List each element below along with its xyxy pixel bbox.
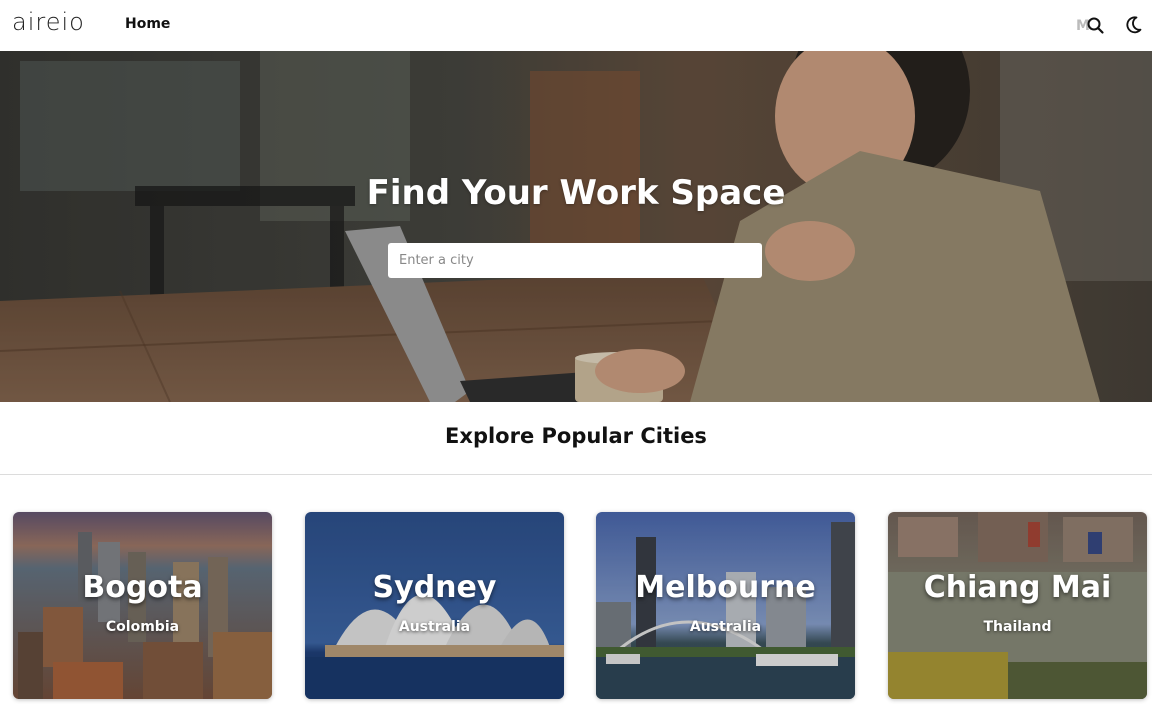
city-country: Australia (398, 619, 471, 635)
hero-title: Find Your Work Space (366, 173, 786, 213)
city-name: Sydney (372, 570, 497, 605)
city-image (13, 512, 272, 699)
city-image (888, 512, 1147, 699)
city-card-sydney[interactable]: Sydney Australia (305, 512, 564, 699)
city-search-input[interactable] (388, 243, 762, 278)
hero-background-image (0, 51, 1152, 402)
search-button[interactable]: M (1076, 14, 1110, 38)
section-title: Explore Popular Cities (445, 424, 707, 448)
city-card-melbourne[interactable]: Melbourne Australia (596, 512, 855, 699)
nav-home-link[interactable]: Home (125, 16, 170, 32)
city-country: Australia (689, 619, 762, 635)
city-image (305, 512, 564, 699)
city-name: Chiang Mai (923, 570, 1112, 605)
search-icon (1087, 17, 1104, 34)
city-image (596, 512, 855, 699)
top-navbar: aireio Home M (0, 0, 1152, 51)
city-card-bogota[interactable]: Bogota Colombia (13, 512, 272, 699)
city-card-chiang-mai[interactable]: Chiang Mai Thailand (888, 512, 1147, 699)
section-divider (0, 474, 1152, 475)
city-country: Colombia (105, 619, 180, 635)
brand-logo[interactable]: aireio (12, 8, 85, 36)
city-name: Melbourne (635, 570, 816, 605)
city-name: Bogota (82, 570, 203, 605)
moon-icon[interactable] (1122, 14, 1144, 36)
city-country: Thailand (983, 619, 1052, 635)
hero-banner: Find Your Work Space (0, 51, 1152, 402)
